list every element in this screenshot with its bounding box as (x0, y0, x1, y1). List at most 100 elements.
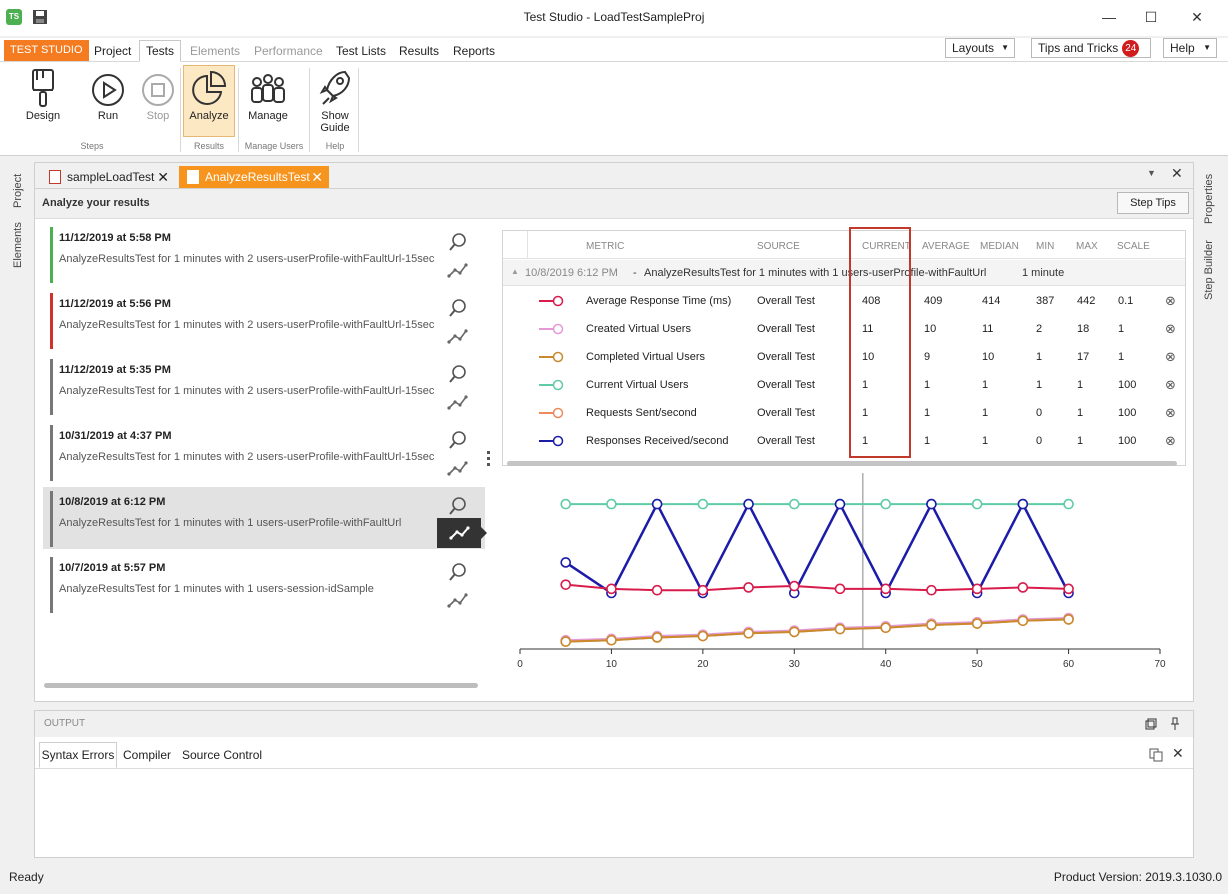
magnifier-icon[interactable] (447, 363, 469, 385)
series-point (788, 580, 800, 592)
magnifier-icon[interactable] (447, 561, 469, 583)
test-file-icon (187, 170, 199, 184)
doc-tab-analyzeresultstest[interactable]: AnalyzeResultsTest ✕ (179, 166, 329, 188)
metrics-group-row[interactable]: ▲ 10/8/2019 6:12 PM - AnalyzeResultsTest… (503, 260, 1185, 286)
analyze-button[interactable]: Analyze (183, 65, 235, 137)
metrics-rows: Average Response Time (ms) Overall Test 40… (503, 287, 1185, 455)
output-tab-compiler[interactable]: Compiler (123, 748, 171, 762)
group-duration: 1 minute (1022, 267, 1065, 279)
metric-cell-max: 1 (1077, 379, 1084, 391)
results-horizontal-scrollbar[interactable] (44, 683, 478, 688)
tab-reports[interactable]: Reports (447, 41, 501, 61)
trend-line-icon[interactable] (447, 590, 469, 610)
copy-icon[interactable] (1149, 748, 1163, 762)
metrics-horizontal-scrollbar[interactable] (507, 461, 1177, 466)
tab-project[interactable]: Project (88, 41, 137, 61)
trend-button-selected[interactable] (437, 518, 481, 548)
manage-button[interactable]: Manage (242, 66, 294, 122)
metric-row[interactable]: Responses Received/second Overall Test 1 1 1… (503, 427, 1185, 455)
col-average[interactable]: AVERAGE (922, 241, 970, 252)
metrics-line-chart[interactable]: 0 10 20 30 40 50 60 70 (502, 473, 1192, 683)
close-doc-panel-icon[interactable]: ✕ (1171, 165, 1183, 182)
remove-metric-icon[interactable]: ⊗ (1165, 405, 1176, 421)
tab-results[interactable]: Results (393, 41, 445, 61)
doc-menu-dropdown-icon[interactable]: ▼ (1147, 168, 1156, 178)
metric-row[interactable]: Requests Sent/second Overall Test 1 1 1 0 1 100… (503, 399, 1185, 427)
chevron-down-icon: ▼ (1203, 43, 1211, 52)
col-scale[interactable]: SCALE (1117, 241, 1150, 252)
result-item[interactable]: 11/12/2019 at 5:58 PM AnalyzeResultsTest … (43, 223, 485, 285)
close-output-icon[interactable]: ✕ (1172, 745, 1184, 762)
side-tab-project[interactable]: Project (12, 174, 24, 208)
splitter-handle-icon[interactable] (487, 451, 491, 467)
layouts-label: Layouts (952, 41, 995, 55)
design-button[interactable]: Design (20, 66, 66, 122)
magnifier-icon[interactable] (447, 297, 469, 319)
tab-elements[interactable]: Elements (184, 41, 246, 61)
test-studio-tab[interactable]: TEST STUDIO (4, 40, 89, 61)
remove-metric-icon[interactable]: ⊗ (1165, 377, 1176, 393)
doc-tab-sampleloadtest[interactable]: sampleLoadTest ✕ (41, 166, 175, 188)
close-window-button[interactable]: ✕ (1174, 4, 1220, 30)
metric-cell-metric: Requests Sent/second (586, 407, 697, 419)
trend-line-icon[interactable] (447, 458, 469, 478)
result-status-bar (50, 227, 53, 283)
metric-cell-scale: 100 (1118, 379, 1137, 391)
remove-metric-icon[interactable]: ⊗ (1165, 293, 1176, 309)
left-side-panel: Project Elements (2, 162, 32, 858)
side-tab-step-builder[interactable]: Step Builder (1203, 240, 1215, 300)
result-date: 10/8/2019 at 6:12 PM (59, 496, 166, 508)
result-item[interactable]: 10/8/2019 at 6:12 PM AnalyzeResultsTest f… (43, 487, 487, 549)
col-min[interactable]: MIN (1036, 241, 1054, 252)
step-tips-button[interactable]: Step Tips (1117, 192, 1189, 214)
result-description: AnalyzeResultsTest for 1 minutes with 2 … (59, 451, 435, 463)
side-tab-properties[interactable]: Properties (1203, 174, 1215, 224)
manage-label: Manage (248, 110, 288, 122)
tab-performance[interactable]: Performance (248, 41, 329, 61)
tips-label: Tips and Tricks (1038, 41, 1119, 55)
metric-row[interactable]: Current Virtual Users Overall Test 1 1 1 1 1 10… (503, 371, 1185, 399)
magnifier-icon[interactable] (447, 429, 469, 451)
result-item[interactable]: 10/31/2019 at 4:37 PM AnalyzeResultsTest … (43, 421, 485, 483)
metric-row[interactable]: Completed Virtual Users Overall Test 10 9 10… (503, 343, 1185, 371)
col-median[interactable]: MEDIAN (980, 241, 1019, 252)
result-item[interactable]: 11/12/2019 at 5:35 PM AnalyzeResultsTest … (43, 355, 485, 417)
metric-row[interactable]: Created Virtual Users Overall Test 11 10 11 2… (503, 315, 1185, 343)
col-metric[interactable]: METRIC (586, 241, 624, 252)
pie-chart-icon (192, 70, 227, 105)
series-point (606, 583, 617, 595)
tab-tests[interactable]: Tests (139, 40, 182, 62)
group-separator: - (633, 267, 637, 279)
series-point (880, 498, 892, 510)
maximize-button[interactable]: ☐ (1128, 4, 1174, 30)
remove-metric-icon[interactable]: ⊗ (1165, 349, 1176, 365)
restore-panel-icon[interactable] (1145, 718, 1157, 730)
col-max[interactable]: MAX (1076, 241, 1098, 252)
trend-line-icon[interactable] (447, 392, 469, 412)
minimize-button[interactable]: — (1086, 4, 1132, 30)
col-source[interactable]: SOURCE (757, 241, 800, 252)
magnifier-icon[interactable] (447, 231, 469, 253)
remove-metric-icon[interactable]: ⊗ (1165, 433, 1176, 449)
magnifier-icon[interactable] (447, 495, 469, 517)
output-tab-source-control[interactable]: Source Control (182, 748, 262, 762)
close-tab-icon[interactable]: ✕ (157, 166, 169, 188)
help-dropdown[interactable]: Help ▼ (1163, 38, 1217, 58)
side-tab-elements[interactable]: Elements (12, 222, 24, 268)
remove-metric-icon[interactable]: ⊗ (1165, 321, 1176, 337)
stop-button[interactable]: Stop (136, 66, 180, 122)
run-button[interactable]: Run (86, 66, 130, 122)
trend-line-icon[interactable] (447, 260, 469, 280)
close-tab-icon[interactable]: ✕ (311, 166, 323, 188)
tips-and-tricks-button[interactable]: Tips and Tricks 24 (1031, 38, 1151, 58)
metric-row[interactable]: Average Response Time (ms) Overall Test 40… (503, 287, 1185, 315)
result-item[interactable]: 10/7/2019 at 5:57 PM AnalyzeResultsTest f… (43, 553, 485, 615)
result-item[interactable]: 11/12/2019 at 5:56 PM AnalyzeResultsTest … (43, 289, 485, 351)
collapse-icon[interactable]: ▲ (511, 267, 519, 276)
show-guide-button[interactable]: Show Guide (312, 66, 358, 134)
output-tab-syntax-errors[interactable]: Syntax Errors (39, 742, 117, 768)
pin-icon[interactable] (1170, 717, 1180, 731)
layouts-dropdown[interactable]: Layouts ▼ (945, 38, 1015, 58)
tab-test-lists[interactable]: Test Lists (330, 41, 392, 61)
trend-line-icon[interactable] (447, 326, 469, 346)
